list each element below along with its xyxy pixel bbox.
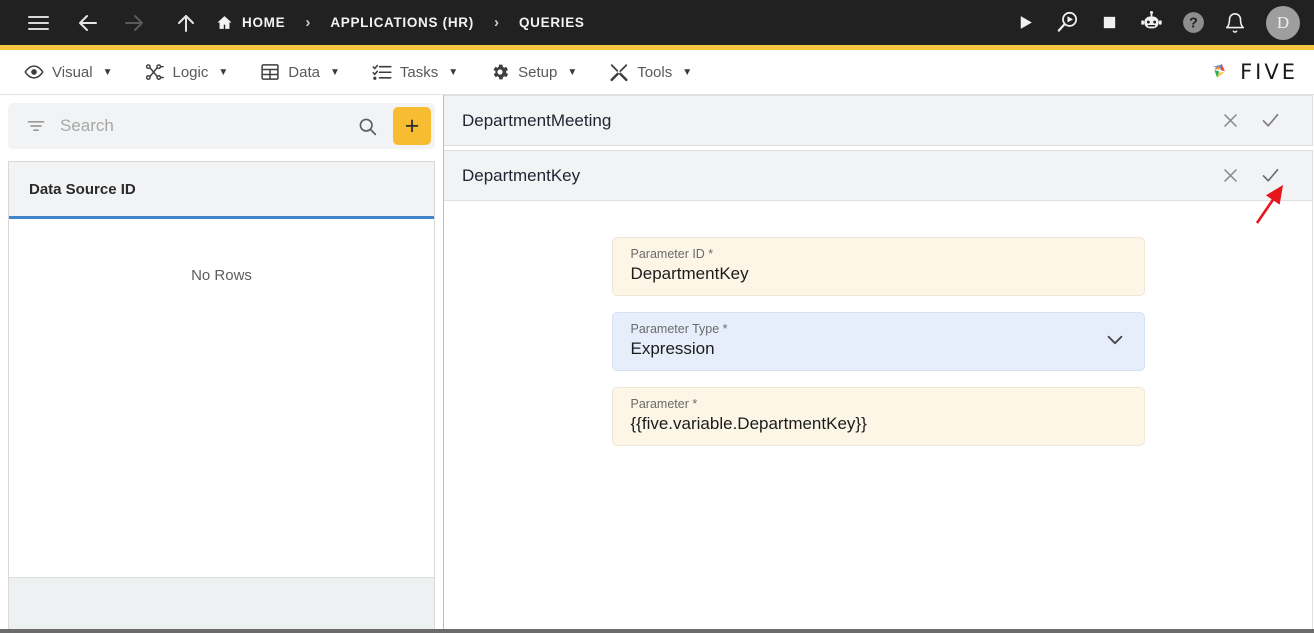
field-label-parameter-id: Parameter ID * bbox=[630, 247, 714, 261]
breadcrumb-item-applications[interactable]: APPLICATIONS (HR) bbox=[324, 15, 480, 30]
svg-text:?: ? bbox=[1189, 16, 1198, 32]
hamburger-menu-icon[interactable] bbox=[18, 3, 58, 43]
filter-icon[interactable] bbox=[20, 110, 52, 142]
close-button-departmentkey[interactable] bbox=[1210, 156, 1250, 196]
sidebar-panel: + Data Source ID No Rows bbox=[0, 95, 444, 629]
confirm-check-button-departmentmeeting[interactable] bbox=[1250, 101, 1290, 141]
empty-state-message: No Rows bbox=[191, 267, 252, 284]
column-header-data-source-id[interactable]: Data Source ID bbox=[29, 181, 136, 198]
panel-title-departmentkey: DepartmentKey bbox=[462, 165, 581, 185]
table-grid-icon bbox=[260, 62, 280, 82]
field-label-parameter: Parameter * bbox=[630, 397, 698, 411]
panel-title-departmentmeeting: DepartmentMeeting bbox=[462, 110, 612, 130]
chevron-down-icon: ▼ bbox=[329, 66, 340, 78]
application-window: HOME › APPLICATIONS (HR) › QUERIES ? D V… bbox=[0, 0, 1314, 633]
breadcrumb-item-home[interactable]: HOME bbox=[206, 14, 291, 31]
menu-item-data[interactable]: Data ▼ bbox=[244, 56, 356, 88]
field-parameter[interactable]: Parameter * {{five.variable.DepartmentKe… bbox=[611, 387, 1145, 446]
stop-icon[interactable] bbox=[1090, 4, 1128, 42]
menu-item-tasks[interactable]: Tasks ▼ bbox=[356, 56, 474, 88]
data-source-grid: Data Source ID No Rows bbox=[8, 161, 435, 629]
top-navigation-left: HOME › APPLICATIONS (HR) › QUERIES bbox=[18, 3, 1006, 43]
five-brand-logo: FIVE bbox=[1208, 59, 1298, 85]
chevron-down-icon: ▼ bbox=[567, 66, 578, 78]
menu-item-tools[interactable]: Tools ▼ bbox=[593, 56, 708, 88]
menu-label-tasks: Tasks bbox=[399, 63, 439, 81]
menu-label-logic: Logic bbox=[172, 63, 209, 81]
search-bar: + bbox=[8, 103, 435, 149]
breadcrumb-separator-2: › bbox=[493, 14, 499, 31]
menu-item-setup[interactable]: Setup ▼ bbox=[474, 56, 593, 88]
close-button-departmentmeeting[interactable] bbox=[1210, 101, 1250, 141]
menu-label-tools: Tools bbox=[637, 63, 673, 81]
menu-item-visual[interactable]: Visual ▼ bbox=[8, 56, 129, 88]
main-menu-bar: Visual ▼ Logic ▼ Data ▼ Tasks ▼ Setup ▼ … bbox=[0, 50, 1314, 95]
five-pinwheel-icon bbox=[1213, 63, 1225, 78]
logic-flow-icon bbox=[145, 62, 165, 82]
chevron-down-icon: ▼ bbox=[218, 66, 229, 78]
field-parameter-id[interactable]: Parameter ID * DepartmentKey bbox=[611, 237, 1145, 296]
grid-body: No Rows bbox=[9, 219, 434, 577]
chevron-down-icon: ▼ bbox=[448, 66, 459, 78]
debug-icon[interactable] bbox=[1048, 4, 1086, 42]
field-value-parameter-type[interactable]: Expression bbox=[631, 339, 1092, 359]
notifications-bell-icon[interactable] bbox=[1216, 4, 1254, 42]
arrow-up-icon[interactable] bbox=[166, 3, 206, 43]
grid-header-row: Data Source ID bbox=[9, 162, 434, 219]
parameter-form: Parameter ID * DepartmentKey Parameter T… bbox=[444, 201, 1313, 629]
field-parameter-type[interactable]: Parameter Type * Expression bbox=[611, 312, 1145, 371]
workspace: + Data Source ID No Rows DepartmentMeeti… bbox=[0, 95, 1314, 633]
grid-footer bbox=[9, 577, 434, 629]
eye-icon bbox=[24, 62, 44, 82]
help-icon[interactable]: ? bbox=[1174, 4, 1212, 42]
home-icon bbox=[216, 14, 233, 31]
field-value-parameter[interactable]: {{five.variable.DepartmentKey}} bbox=[631, 414, 1126, 434]
menu-label-data: Data bbox=[288, 63, 320, 81]
breadcrumb-item-queries[interactable]: QUERIES bbox=[513, 15, 591, 30]
checklist-icon bbox=[372, 62, 392, 82]
panel-header-departmentmeeting: DepartmentMeeting bbox=[444, 95, 1313, 146]
arrow-left-icon[interactable] bbox=[68, 3, 108, 43]
main-content-panel: DepartmentMeeting DepartmentKey Paramete… bbox=[444, 95, 1314, 629]
menu-label-setup: Setup bbox=[518, 63, 558, 81]
search-input[interactable] bbox=[60, 116, 343, 136]
menu-item-logic[interactable]: Logic ▼ bbox=[129, 56, 245, 88]
breadcrumb-separator-1: › bbox=[305, 14, 311, 31]
top-navigation-actions: ? D bbox=[1006, 4, 1300, 42]
field-label-parameter-type: Parameter Type * bbox=[630, 322, 728, 336]
chatbot-icon[interactable] bbox=[1132, 4, 1170, 42]
five-wordmark: FIVE bbox=[1240, 60, 1298, 84]
top-navigation-bar: HOME › APPLICATIONS (HR) › QUERIES ? D bbox=[0, 0, 1314, 45]
search-icon[interactable] bbox=[351, 110, 383, 142]
add-record-button[interactable]: + bbox=[393, 107, 431, 145]
arrow-right-icon[interactable] bbox=[114, 3, 154, 43]
panel-header-departmentkey: DepartmentKey bbox=[444, 150, 1313, 201]
tools-icon bbox=[609, 62, 629, 82]
gear-icon bbox=[490, 62, 510, 82]
chevron-down-icon[interactable] bbox=[1104, 328, 1126, 355]
field-value-parameter-id[interactable]: DepartmentKey bbox=[631, 264, 1126, 284]
chevron-down-icon: ▼ bbox=[682, 66, 693, 78]
menu-label-visual: Visual bbox=[52, 63, 93, 81]
breadcrumb-label-home: HOME bbox=[242, 15, 286, 30]
confirm-check-button-departmentkey[interactable] bbox=[1250, 156, 1290, 196]
avatar[interactable]: D bbox=[1266, 5, 1300, 40]
chevron-down-icon: ▼ bbox=[102, 66, 113, 78]
run-icon[interactable] bbox=[1006, 4, 1044, 42]
